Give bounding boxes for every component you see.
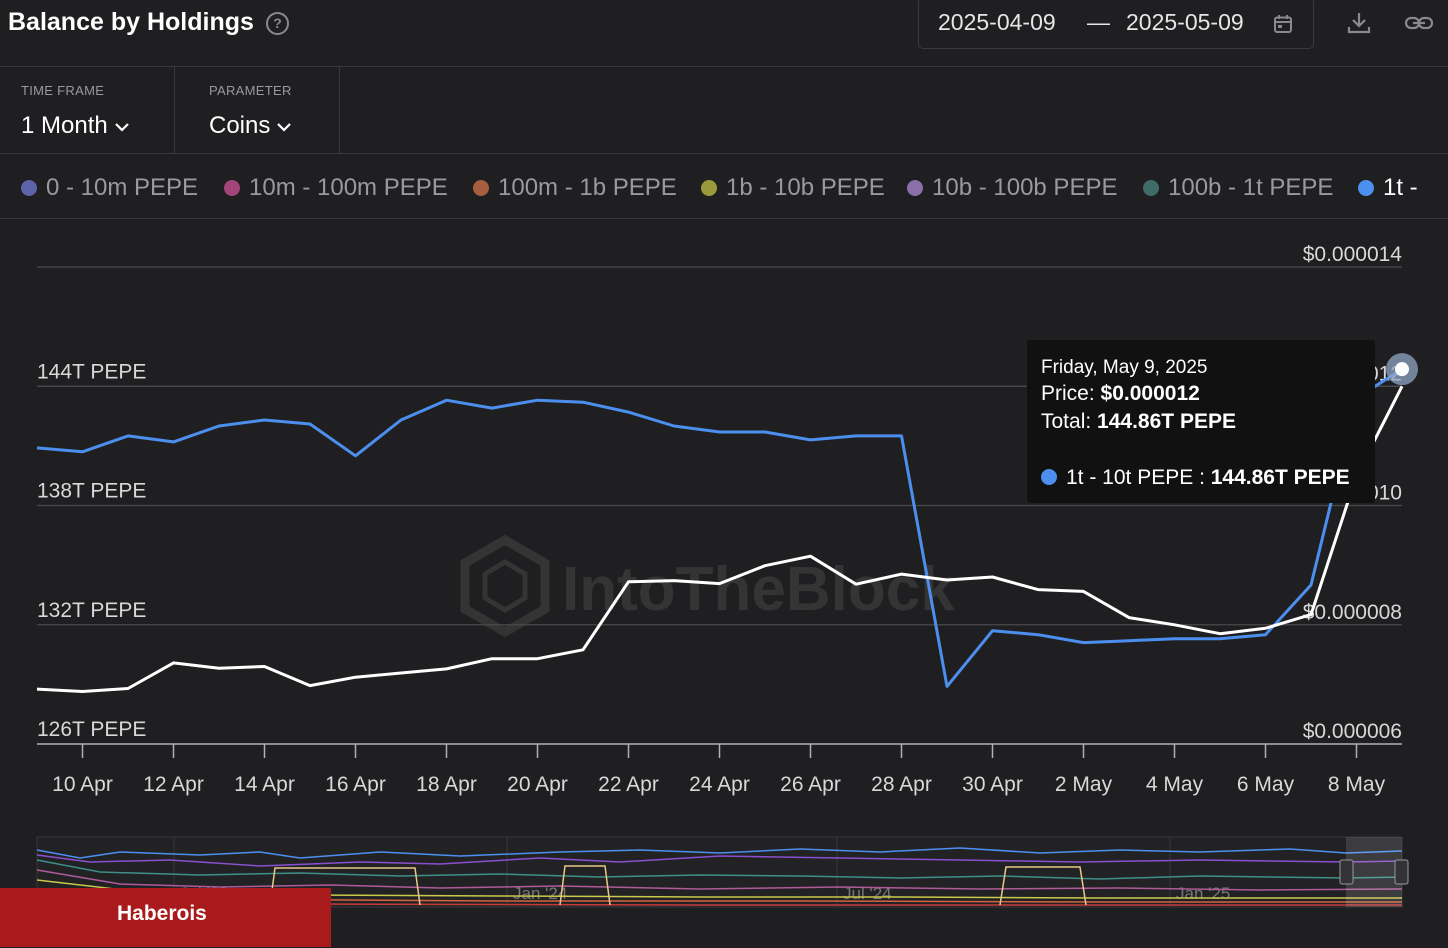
parameter-value: Coins <box>209 112 271 139</box>
header-bar: Balance by Holdings ? 2025-04-09 — 2025-… <box>0 0 1448 67</box>
tooltip-series: 1t - 10t PEPE : 144.86T PEPE <box>1041 466 1350 490</box>
legend-item[interactable]: 100m - 1b PEPE <box>473 174 677 202</box>
legend-label: 1t - <box>1383 174 1418 201</box>
legend-label: 100m - 1b PEPE <box>498 174 677 201</box>
nav-label: Jan '25 <box>1176 884 1230 903</box>
credit-banner: Haberois <box>0 888 331 947</box>
parameter-label: PARAMETER <box>209 83 292 98</box>
tooltip-price: Price: $0.000012 <box>1041 382 1200 406</box>
parameter-selector[interactable]: Coins <box>209 112 292 140</box>
page-title: Balance by Holdings <box>8 8 254 36</box>
credit-text: Haberois <box>117 902 207 925</box>
date-from[interactable]: 2025-04-09 <box>938 9 1056 36</box>
x-tick-label: 24 Apr <box>689 773 750 796</box>
tooltip-price-value: $0.000012 <box>1100 382 1200 405</box>
date-range-picker[interactable]: 2025-04-09 — 2025-05-09 <box>918 0 1314 49</box>
legend-item[interactable]: 10b - 100b PEPE <box>907 174 1117 202</box>
y-left-tick-label: 138T PEPE <box>37 480 146 503</box>
legend-label: 0 - 10m PEPE <box>46 174 199 201</box>
hover-marker-halo <box>1386 353 1418 386</box>
tooltip-total: Total: 144.86T PEPE <box>1041 410 1236 434</box>
nav-handle-right[interactable] <box>1394 859 1409 885</box>
legend-dot <box>1358 180 1374 196</box>
nav-label: Jan '24 <box>513 884 567 903</box>
legend-dot <box>701 180 717 196</box>
filters-bar: TIME FRAME 1 Month PARAMETER Coins <box>0 67 1448 154</box>
legend-dot <box>1143 180 1159 196</box>
time-frame-label: TIME FRAME <box>21 83 105 98</box>
y-left-tick-label: 126T PEPE <box>37 718 146 741</box>
legend-dot <box>473 180 489 196</box>
legend-dot <box>21 180 37 196</box>
x-tick-label: 22 Apr <box>598 773 659 796</box>
time-frame-selector[interactable]: 1 Month <box>21 112 130 140</box>
x-tick-label: 6 May <box>1237 773 1295 796</box>
y-left-tick-label: 132T PEPE <box>37 599 146 622</box>
x-tick-label: 30 Apr <box>962 773 1023 796</box>
time-frame-dropdown[interactable]: TIME FRAME 1 Month <box>0 67 175 153</box>
tooltip-total-value: 144.86T PEPE <box>1097 410 1236 433</box>
tooltip-total-label: Total: <box>1041 410 1092 433</box>
tooltip: Friday, May 9, 2025 Price: $0.000012 Tot… <box>1027 340 1375 503</box>
watermark: IntoTheBlock <box>460 534 955 638</box>
legend-dot <box>907 180 923 196</box>
link-icon[interactable] <box>1404 10 1434 36</box>
nav-label: Jul '24 <box>843 884 892 903</box>
calendar-icon[interactable] <box>1273 14 1293 34</box>
x-tick-label: 14 Apr <box>234 773 295 796</box>
chevron-down-icon <box>277 122 292 132</box>
legend-label: 10m - 100m PEPE <box>249 174 448 201</box>
chevron-down-icon <box>114 122 129 132</box>
tooltip-series-label: 1t - 10t PEPE : <box>1066 466 1205 489</box>
y-right-tick-label: $0.000006 <box>1303 720 1402 743</box>
legend-item[interactable]: 1b - 10b PEPE <box>701 174 885 202</box>
x-tick-label: 10 Apr <box>52 773 113 796</box>
legend-item[interactable]: 10m - 100m PEPE <box>224 174 448 202</box>
tooltip-price-label: Price: <box>1041 382 1095 405</box>
legend-label: 1b - 10b PEPE <box>726 174 885 201</box>
hover-marker <box>1395 362 1409 377</box>
download-icon[interactable] <box>1346 10 1372 36</box>
tooltip-series-dot <box>1041 469 1057 485</box>
tooltip-series-value: 144.86T PEPE <box>1210 466 1350 489</box>
date-to[interactable]: 2025-05-09 <box>1126 9 1244 36</box>
x-tick-label: 28 Apr <box>871 773 932 796</box>
legend-dot <box>224 180 240 196</box>
y-right-tick-label: $0.000008 <box>1303 601 1402 624</box>
x-tick-label: 2 May <box>1055 773 1113 796</box>
tooltip-date: Friday, May 9, 2025 <box>1041 357 1208 378</box>
y-left-tick-label: 144T PEPE <box>37 360 146 383</box>
question-circle-icon[interactable]: ? <box>266 12 289 35</box>
x-tick-label: 12 Apr <box>143 773 204 796</box>
legend-item[interactable]: 0 - 10m PEPE <box>21 174 198 202</box>
watermark-text: IntoTheBlock <box>562 555 955 624</box>
y-right-tick-label: $0.000014 <box>1303 243 1403 266</box>
legend-label: 100b - 1t PEPE <box>1168 174 1334 201</box>
legend-item[interactable]: 1t - <box>1358 174 1418 202</box>
x-tick-label: 18 Apr <box>416 773 477 796</box>
x-tick-label: 4 May <box>1146 773 1204 796</box>
legend-label: 10b - 100b PEPE <box>932 174 1118 201</box>
x-tick-label: 26 Apr <box>780 773 841 796</box>
nav-handle-left[interactable] <box>1339 859 1354 885</box>
legend-item[interactable]: 100b - 1t PEPE <box>1143 174 1333 202</box>
legend: 0 - 10m PEPE 10m - 100m PEPE 100m - 1b P… <box>0 154 1448 219</box>
parameter-dropdown[interactable]: PARAMETER Coins <box>188 67 340 153</box>
x-tick-label: 20 Apr <box>507 773 568 796</box>
x-tick-label: 16 Apr <box>325 773 386 796</box>
x-tick-label: 8 May <box>1328 773 1386 796</box>
time-frame-value: 1 Month <box>21 112 108 139</box>
date-separator: — <box>1087 9 1110 35</box>
